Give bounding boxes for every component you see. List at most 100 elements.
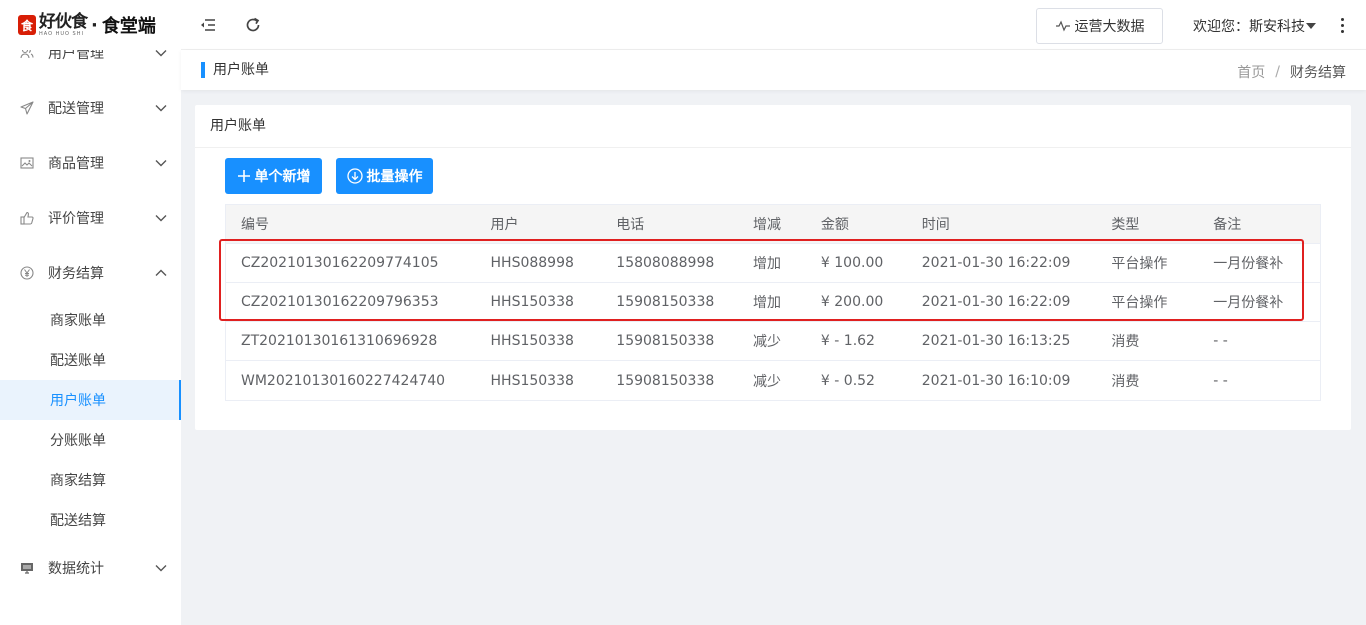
- add-single-button[interactable]: 单个新增: [225, 158, 322, 194]
- table-cell: 2021-01-30 16:22:09: [921, 255, 1071, 271]
- thumbs-up-icon: [20, 211, 34, 225]
- breadcrumb: 首页 / 财务结算: [1237, 62, 1346, 82]
- sidebar-item-label: 财务结算: [48, 265, 104, 282]
- sidebar-item-delivery-management[interactable]: 配送管理: [0, 80, 181, 135]
- table-cell: HHS088998: [490, 255, 574, 271]
- sidebar-item-merchant-bill[interactable]: 商家账单: [0, 300, 181, 340]
- table-cell: 平台操作: [1111, 295, 1168, 311]
- sidebar-item-label: 评价管理: [48, 210, 104, 227]
- add-single-label: 单个新增: [254, 169, 311, 185]
- column-header: 用户: [490, 217, 519, 233]
- table-header-row: 编号 用户 电话 增减 金额 时间 类型 备注: [226, 205, 1320, 244]
- table-cell: 15908150338: [616, 372, 715, 389]
- card-title: 用户账单: [195, 105, 1351, 148]
- logo-mark-icon: 食: [18, 15, 36, 35]
- send-icon: [20, 100, 34, 115]
- table-row[interactable]: CZ20210130162209774105 HHS088998 1580808…: [226, 244, 1320, 283]
- column-header: 备注: [1213, 217, 1242, 233]
- yen-icon: [20, 265, 34, 280]
- column-header: 金额: [820, 217, 849, 233]
- table-cell: - -: [1213, 333, 1228, 349]
- bigdata-label: 运营大数据: [1074, 19, 1145, 35]
- table-cell: 2021-01-30 16:10:09: [921, 372, 1071, 389]
- user-dropdown[interactable]: 欢迎您：斯安科技: [1193, 16, 1316, 36]
- table-cell: ¥ 100.00: [820, 255, 884, 271]
- table-cell: ¥ - 1.62: [820, 333, 875, 349]
- table-row[interactable]: CZ20210130162209796353 HHS150338 1590815…: [226, 283, 1320, 322]
- column-header: 电话: [616, 217, 645, 233]
- table-cell: ¥ 200.00: [820, 294, 884, 310]
- menu-fold-icon[interactable]: [198, 15, 218, 35]
- pulse-icon: [1055, 20, 1070, 32]
- table-cell: WM20210130160227424740: [241, 372, 446, 389]
- caret-down-icon: [1306, 23, 1316, 29]
- chevron-down-icon: [155, 157, 167, 169]
- sidebar-item-label: 配送管理: [48, 100, 104, 117]
- table-cell: ZT20210130161310696928: [241, 333, 438, 349]
- chevron-up-icon: [155, 267, 167, 279]
- table-cell: 减少: [753, 373, 782, 390]
- table-cell: CZ20210130162209774105: [241, 255, 439, 271]
- chevron-down-icon: [155, 102, 167, 114]
- table-cell: 消费: [1111, 334, 1140, 350]
- table-cell: 一月份餐补: [1213, 295, 1284, 311]
- sidebar: 用户管理 配送管理 商品管理 评价管理 财务结算 商家账单 配送账单 用户账单 …: [0, 0, 181, 625]
- welcome-text: 欢迎您：斯安科技: [1193, 19, 1305, 35]
- plus-icon: [237, 170, 250, 182]
- breadcrumb-current: 财务结算: [1290, 65, 1346, 81]
- brand-pinyin: HAO HUO SHI: [39, 30, 84, 37]
- sidebar-item-label: 商品管理: [48, 155, 104, 172]
- sidebar-item-data-statistics[interactable]: 数据统计: [0, 540, 181, 595]
- column-header: 类型: [1111, 217, 1140, 233]
- table-cell: ¥ - 0.52: [820, 372, 875, 389]
- content-card: 用户账单 单个新增 批量操作 编号 用户 电话 增减 金额 时间 类型 备注 C…: [195, 105, 1351, 430]
- breadcrumb-home[interactable]: 首页: [1237, 62, 1265, 82]
- sidebar-item-label: 数据统计: [48, 560, 104, 577]
- sidebar-item-user-bill[interactable]: 用户账单: [0, 380, 181, 420]
- refresh-icon[interactable]: [243, 15, 263, 35]
- bigdata-button[interactable]: 运营大数据: [1036, 8, 1163, 44]
- sidebar-item-product-management[interactable]: 商品管理: [0, 135, 181, 190]
- sidebar-item-finance-settlement[interactable]: 财务结算: [0, 245, 181, 300]
- brand-name: 好伙食: [39, 11, 88, 32]
- chevron-down-icon: [155, 212, 167, 224]
- brand-separator: ·: [91, 14, 98, 36]
- table-cell: 15908150338: [616, 333, 715, 349]
- column-header: 时间: [921, 217, 950, 233]
- sidebar-item-delivery-settlement[interactable]: 配送结算: [0, 500, 181, 540]
- sidebar-item-split-bill[interactable]: 分账账单: [0, 420, 181, 460]
- download-circle-icon: [346, 168, 363, 184]
- table-cell: 2021-01-30 16:22:09: [921, 294, 1071, 310]
- table-cell: 15808088998: [616, 255, 715, 271]
- table-cell: 15908150338: [616, 294, 715, 310]
- table-row[interactable]: ZT20210130161310696928 HHS150338 1590815…: [226, 322, 1320, 361]
- logo: 食 好伙食 HAO HUO SHI · 食堂端: [0, 0, 181, 50]
- table-cell: - -: [1213, 372, 1228, 389]
- table-cell: HHS150338: [490, 294, 574, 310]
- more-vertical-icon[interactable]: [1337, 15, 1347, 35]
- table-cell: 2021-01-30 16:13:25: [921, 333, 1071, 349]
- top-header: 运营大数据 欢迎您：斯安科技: [181, 0, 1366, 50]
- sidebar-item-merchant-settlement[interactable]: 商家结算: [0, 460, 181, 500]
- column-header: 编号: [241, 217, 269, 233]
- table-row[interactable]: WM20210130160227424740 HHS150338 1590815…: [226, 361, 1320, 400]
- sidebar-menu: 用户管理 配送管理 商品管理 评价管理 财务结算 商家账单 配送账单 用户账单 …: [0, 25, 181, 595]
- table-cell: 减少: [753, 334, 782, 350]
- chevron-down-icon: [155, 562, 167, 574]
- batch-operation-label: 批量操作: [366, 169, 423, 185]
- bill-table: 编号 用户 电话 增减 金额 时间 类型 备注 CZ20210130162209…: [225, 204, 1321, 401]
- column-header: 增减: [753, 217, 782, 233]
- page-header-bar: 用户账单 首页 / 财务结算: [181, 50, 1366, 90]
- table-cell: CZ20210130162209796353: [241, 294, 439, 310]
- app-subtitle: 食堂端: [101, 16, 156, 37]
- table-cell: 增加: [753, 295, 782, 311]
- table-cell: 增加: [753, 256, 782, 272]
- table-cell: HHS150338: [490, 333, 574, 349]
- sidebar-item-delivery-bill[interactable]: 配送账单: [0, 340, 181, 380]
- table-cell: 消费: [1111, 373, 1140, 390]
- breadcrumb-separator: /: [1275, 64, 1280, 80]
- monitor-icon: [20, 561, 34, 575]
- batch-operation-button[interactable]: 批量操作: [336, 158, 433, 194]
- page-title: 用户账单: [201, 62, 269, 78]
- sidebar-item-review-management[interactable]: 评价管理: [0, 190, 181, 245]
